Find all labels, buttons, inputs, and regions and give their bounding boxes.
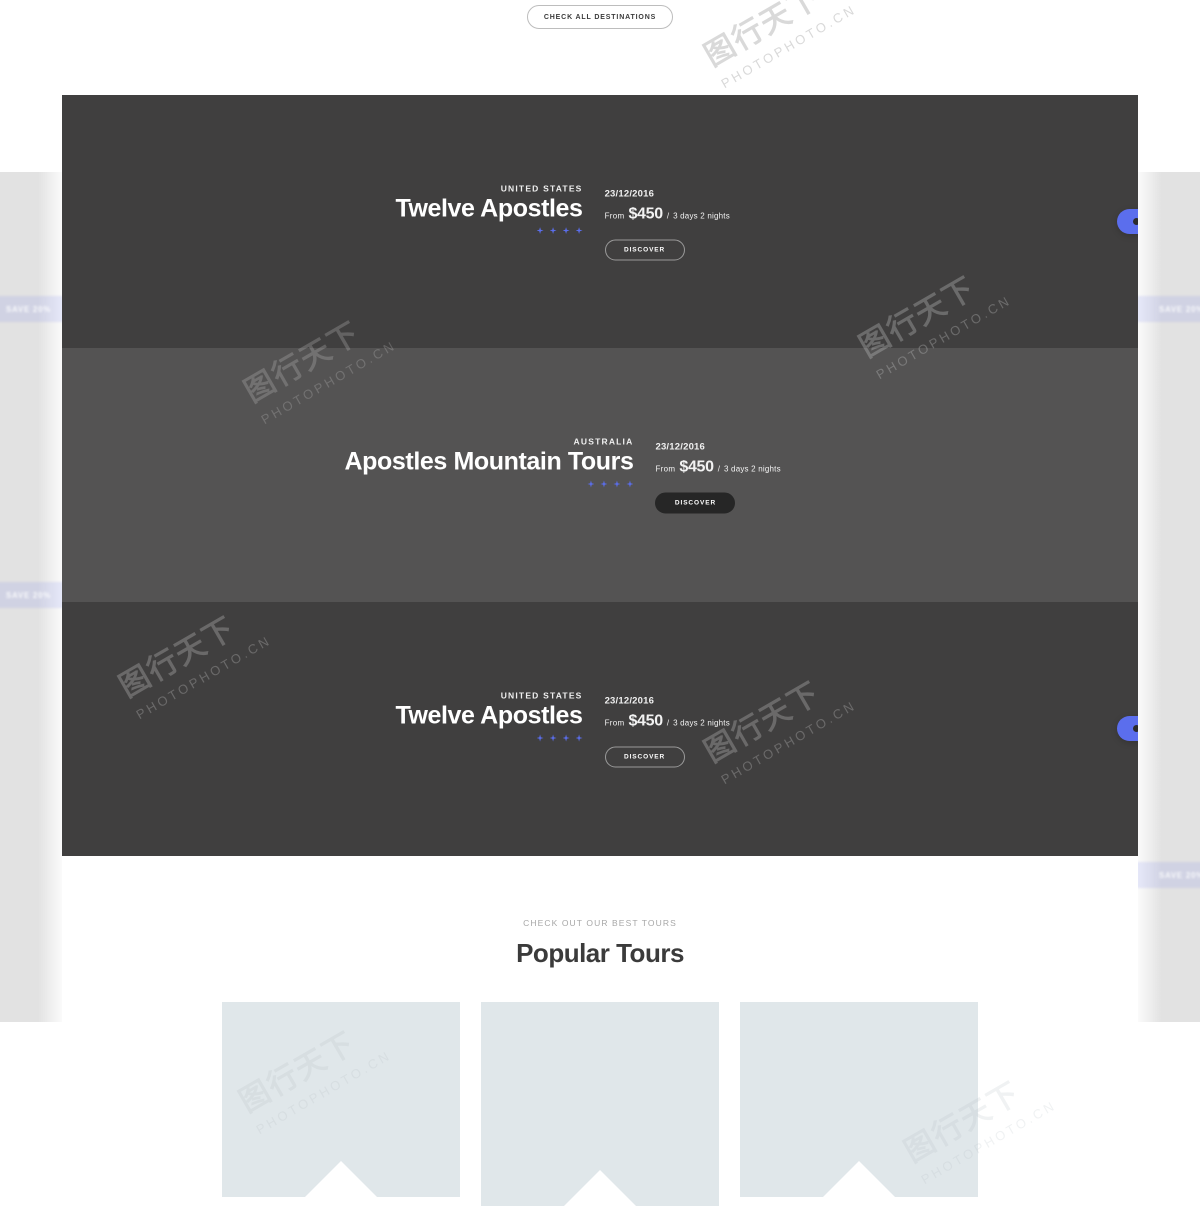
price-from-label: From (604, 718, 625, 728)
price-amount: $450 (628, 712, 663, 730)
slide-title: Apostles Mountain Tours (344, 447, 634, 476)
tour-card-grid (62, 1002, 1138, 1206)
slide-right-column: 23/12/2016 From $450 / 3 days 2 nights D… (655, 437, 855, 514)
slide-country: UNITED STATES (500, 183, 583, 193)
card-notch (558, 1169, 642, 1206)
price-from-label: From (604, 211, 625, 220)
save-badge[interactable]: SAVE 20% (1117, 716, 1138, 741)
slide-date: 23/12/2016 (655, 441, 706, 453)
price-duration: 3 days 2 nights (723, 464, 781, 474)
slide-price-row: From $450 / 3 days 2 nights (605, 205, 805, 223)
price-amount: $450 (679, 458, 714, 476)
slide-price-row: From $450 / 3 days 2 nights (655, 459, 855, 477)
price-separator: / (717, 464, 720, 474)
tour-card[interactable] (740, 1002, 978, 1197)
slide-left-column: AUSTRALIA Apostles Mountain Tours (345, 437, 656, 488)
slide-date: 23/12/2016 (604, 188, 655, 199)
top-strip: CHECK ALL DESTINATIONS (62, 0, 1138, 95)
popular-tours-section: CHECK OUT OUR BEST TOURS Popular Tours (62, 856, 1138, 1206)
star-icon (536, 227, 544, 234)
slide-title: Twelve Apostles (395, 194, 583, 222)
page-root: SAVE 20% SAVE 20% SAVE 20% SAVE 20% CHEC… (0, 0, 1200, 1206)
rating-stars (587, 480, 634, 488)
price-from-label: From (655, 464, 676, 474)
star-icon (626, 480, 634, 488)
slide-title: Twelve Apostles (395, 701, 583, 730)
slide-right-column: 23/12/2016 From $450 / 3 days 2 nights D… (604, 691, 805, 768)
star-icon (562, 734, 570, 742)
price-separator: / (666, 718, 670, 728)
badge-dot-icon (1133, 725, 1138, 732)
slide-date: 23/12/2016 (604, 695, 655, 707)
section-eyebrow: CHECK OUT OUR BEST TOURS (523, 918, 677, 928)
star-icon (613, 480, 621, 488)
card-notch (817, 1160, 901, 1197)
slide-twelve-apostles-2[interactable]: UNITED STATES Twelve Apostles 23/12/2016… (62, 602, 1138, 856)
slide-country: UNITED STATES (500, 690, 583, 701)
star-icon (536, 734, 544, 742)
price-separator: / (666, 211, 670, 220)
star-icon (587, 480, 595, 488)
slide-twelve-apostles-1[interactable]: UNITED STATES Twelve Apostles 23/12/2016… (62, 95, 1138, 348)
star-icon (549, 734, 557, 742)
slide-country: AUSTRALIA (573, 436, 634, 447)
slide-left-column: UNITED STATES Twelve Apostles (395, 691, 604, 742)
price-duration: 3 days 2 nights (673, 211, 730, 220)
slide-price-row: From $450 / 3 days 2 nights (605, 713, 805, 731)
card-notch (299, 1160, 383, 1197)
slide-apostles-mountain-tours[interactable]: AUSTRALIA Apostles Mountain Tours 23/12/… (62, 348, 1138, 740)
discover-button[interactable]: DISCOVER (655, 492, 736, 514)
star-icon (575, 734, 583, 742)
page-title: Popular Tours (516, 938, 684, 968)
tour-card[interactable] (481, 1002, 719, 1206)
rating-stars (536, 227, 583, 234)
slide-right-column: 23/12/2016 From $450 / 3 days 2 nights D… (604, 183, 805, 260)
destination-slides: UNITED STATES Twelve Apostles 23/12/2016… (62, 95, 1138, 856)
star-icon (562, 227, 570, 234)
badge-dot-icon (1133, 218, 1138, 225)
discover-button[interactable]: DISCOVER (604, 746, 685, 768)
slide-left-column: UNITED STATES Twelve Apostles (395, 183, 604, 234)
tour-card[interactable] (222, 1002, 460, 1197)
price-duration: 3 days 2 nights (673, 718, 730, 728)
rating-stars (536, 734, 583, 742)
save-badge[interactable]: SAVE 20% (1117, 209, 1138, 234)
check-all-destinations-button[interactable]: CHECK ALL DESTINATIONS (527, 5, 673, 29)
star-icon (600, 480, 608, 488)
discover-button[interactable]: DISCOVER (604, 239, 685, 260)
price-amount: $450 (628, 205, 663, 222)
star-icon (549, 227, 557, 234)
star-icon (575, 227, 583, 234)
